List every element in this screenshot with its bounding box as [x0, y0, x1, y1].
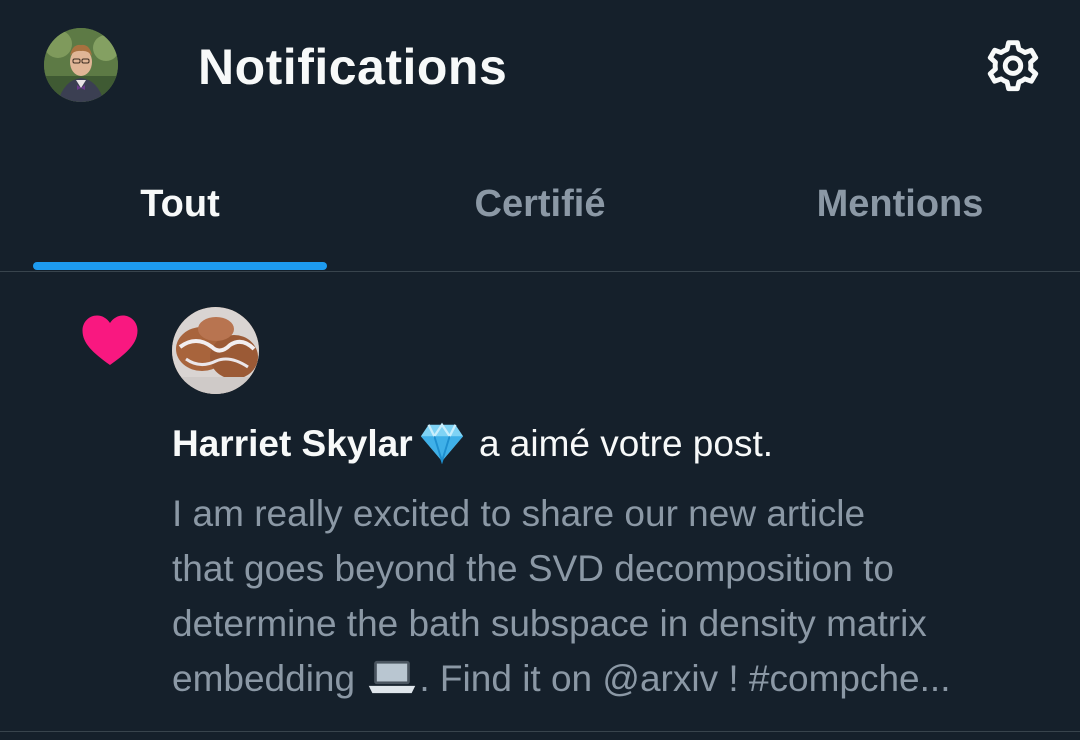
- liker-avatar[interactable]: [172, 307, 259, 394]
- heart-icon: [82, 315, 138, 365]
- liker-avatar-image: [172, 307, 259, 394]
- post-line: I am really excited to share our new art…: [172, 493, 866, 534]
- post-preview[interactable]: I am really excited to share our new art…: [172, 486, 1052, 706]
- post-text-segment: embedding: [172, 658, 366, 699]
- tab-mentions[interactable]: Mentions: [720, 140, 1080, 272]
- post-text-segment: . Find it on @arxiv ! #compche...: [419, 658, 951, 699]
- tab-all[interactable]: Tout: [0, 140, 360, 272]
- post-line: determine the bath subspace in density m…: [172, 603, 927, 644]
- liker-name[interactable]: Harriet Skylar: [172, 423, 413, 464]
- notification-item[interactable]: Harriet Skylar a aimé votre post. I am r…: [0, 272, 1080, 732]
- gear-icon: [987, 40, 1039, 92]
- page-title: Notifications: [198, 39, 508, 95]
- gem-icon: [420, 422, 463, 464]
- laptop-icon: [369, 660, 416, 694]
- action-text: a aimé votre post.: [478, 423, 774, 464]
- notification-tabs: Tout Certifié Mentions: [0, 140, 1080, 272]
- profile-avatar[interactable]: [44, 28, 118, 102]
- post-line: embedding . Find it on @arxiv ! #compche…: [172, 651, 1052, 706]
- settings-button[interactable]: [982, 36, 1044, 98]
- notification-action-line: Harriet Skylar a aimé votre post.: [172, 420, 773, 466]
- active-tab-indicator: [33, 262, 327, 270]
- top-bar: Notifications: [0, 0, 1080, 140]
- post-line: that goes beyond the SVD decomposition t…: [172, 548, 894, 589]
- tab-verified[interactable]: Certifié: [360, 140, 720, 272]
- avatar-image: [44, 28, 118, 102]
